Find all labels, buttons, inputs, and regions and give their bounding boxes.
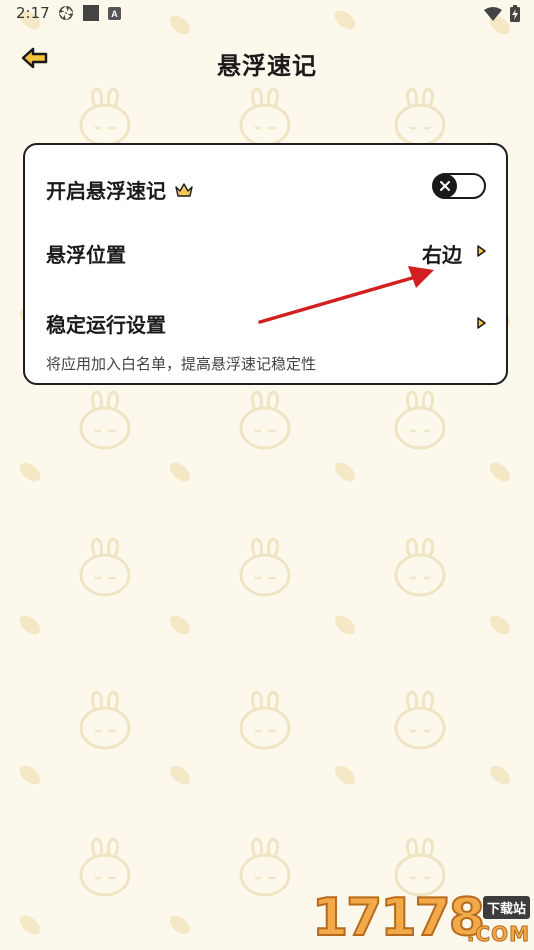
square-icon [83, 5, 99, 21]
status-bar: 2:17 A [0, 0, 534, 28]
battery-charging-icon [510, 5, 520, 22]
wifi-icon [484, 6, 502, 21]
aperture-icon [59, 6, 73, 20]
toggle-knob [433, 174, 457, 198]
chevron-right-icon [477, 245, 486, 257]
svg-text:A: A [111, 9, 118, 19]
watermark-suffix: .COM [466, 922, 530, 947]
status-icons-left: A [58, 5, 121, 21]
chevron-right-icon [477, 317, 486, 329]
setting-label-position: 悬浮位置 [46, 243, 126, 267]
setting-label-stability: 稳定运行设置 [46, 313, 166, 337]
enable-label-text: 开启悬浮速记 [46, 179, 166, 203]
site-watermark: 17178 下载站 .COM [306, 887, 532, 949]
setting-row-stability[interactable]: 稳定运行设置 将应用加入白名单，提高悬浮速记稳定性 [25, 303, 506, 377]
enable-toggle[interactable] [432, 173, 486, 199]
status-icons-right [484, 5, 520, 22]
close-icon [440, 181, 450, 191]
header: 悬浮速记 [0, 36, 534, 88]
watermark-number: 17178 [311, 887, 486, 949]
watermark-tag: 下载站 [482, 896, 530, 919]
setting-row-enable: 开启悬浮速记 [25, 165, 506, 209]
status-time: 2:17 [16, 4, 50, 22]
crown-icon [175, 182, 193, 197]
position-value: 右边 [422, 243, 462, 267]
stability-description: 将应用加入白名单，提高悬浮速记稳定性 [46, 355, 317, 373]
setting-label-enable: 开启悬浮速记 [46, 175, 194, 204]
page-title: 悬浮速记 [217, 52, 317, 80]
settings-card: 开启悬浮速记 悬浮位置 右边 稳定运行设置 将应用加入白名单，提高悬浮速记稳定性 [23, 143, 508, 385]
a-badge-icon: A [108, 6, 121, 20]
setting-row-position[interactable]: 悬浮位置 右边 [25, 233, 506, 277]
